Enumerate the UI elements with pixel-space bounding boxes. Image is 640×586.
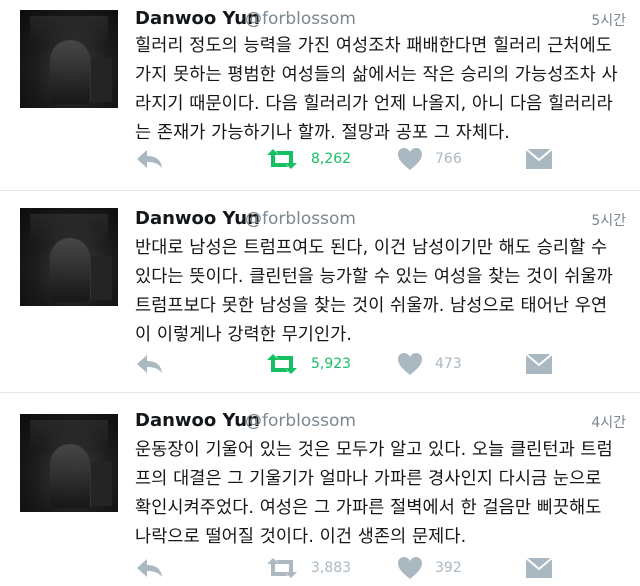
reply-button[interactable]: [135, 350, 163, 378]
tweet-text-line: 이 이렇게나 강력한 무기인가.: [135, 325, 353, 345]
author-handle[interactable]: @forblossom: [245, 411, 356, 431]
tweet-text: 힐러리 정도의 능력을 가진 여성조차 패배한다면 힐러리 근처에도 가지 못하…: [135, 32, 627, 148]
retweet-icon: [267, 354, 297, 374]
divider: [0, 190, 640, 191]
tweet-text-line: 트럼프보다 못한 남성을 찾는 것이 쉬울까. 남성으로 태어난 우연: [135, 296, 608, 316]
retweet-button[interactable]: 8,262: [265, 145, 351, 173]
retweet-count: 3,883: [311, 560, 352, 576]
reply-icon: [137, 355, 162, 373]
avatar[interactable]: [20, 10, 118, 108]
message-button[interactable]: [525, 350, 553, 378]
tweet-1[interactable]: Danwoo Yun @forblossom 5시간 힐러리 정도의 능력을 가…: [0, 0, 640, 190]
author-name[interactable]: Danwoo Yun: [135, 410, 260, 431]
tweet-text-line: 는 존재가 가능하기나 할까. 절망과 공포 그 자체다.: [135, 123, 510, 143]
like-count: 473: [435, 356, 462, 372]
tweet-actions: 5,923 473: [135, 350, 615, 378]
heart-icon: [398, 557, 422, 579]
message-button[interactable]: [525, 145, 553, 173]
message-button[interactable]: [525, 554, 553, 582]
tweet-text-line: 프의 대결은 그 기울기가 얼마나 가파른 경사인지 다시금 눈으로: [135, 469, 602, 489]
author-handle[interactable]: @forblossom: [245, 209, 356, 229]
message-icon: [525, 148, 553, 169]
message-icon: [525, 353, 553, 374]
message-icon: [525, 557, 553, 578]
reply-button[interactable]: [135, 145, 163, 173]
heart-icon: [398, 353, 422, 375]
tweet-text: 반대로 남성은 트럼프여도 된다, 이건 남성이기만 해도 승리할 수 있다는 …: [135, 234, 627, 350]
tweet-text-line: 확인시켜주었다. 여성은 그 가파른 절벽에서 한 걸음만 삐끗해도: [135, 498, 602, 518]
author-name[interactable]: Danwoo Yun: [135, 208, 260, 229]
like-button[interactable]: 392: [397, 554, 462, 582]
tweet-text: 운동장이 기울어 있는 것은 모두가 알고 있다. 오늘 클린턴과 트럼 프의 …: [135, 436, 627, 552]
tweet-time[interactable]: 5시간: [591, 210, 626, 230]
like-button[interactable]: 473: [397, 350, 462, 378]
retweet-icon: [267, 558, 297, 578]
tweet-text-line: 반대로 남성은 트럼프여도 된다, 이건 남성이기만 해도 승리할 수: [135, 238, 608, 258]
tweet-feed: Danwoo Yun @forblossom 5시간 힐러리 정도의 능력을 가…: [0, 0, 640, 586]
author-handle[interactable]: @forblossom: [245, 9, 356, 29]
tweet-text-line: 운동장이 기울어 있는 것은 모두가 알고 있다. 오늘 클린턴과 트럼: [135, 440, 613, 460]
avatar[interactable]: [20, 208, 118, 306]
retweet-button[interactable]: 3,883: [265, 554, 351, 582]
tweet-actions: 8,262 766: [135, 145, 615, 173]
tweet-text-line: 나락으로 떨어질 것이다. 이건 생존의 문제다.: [135, 527, 467, 547]
tweet-text-line: 가지 못하는 평범한 여성들의 삶에서는 작은 승리의 가능성조차 사: [135, 65, 618, 85]
heart-icon: [398, 148, 422, 170]
tweet-text-line: 힐러리 정도의 능력을 가진 여성조차 패배한다면 힐러리 근처에도: [135, 36, 613, 56]
tweet-actions: 3,883 392: [135, 554, 615, 582]
retweet-count: 8,262: [311, 151, 352, 167]
tweet-text-line: 라지기 때문이다. 다음 힐러리가 언제 나올지, 아니 다음 힐러리라: [135, 94, 613, 114]
like-count: 766: [435, 151, 462, 167]
retweet-count: 5,923: [311, 356, 352, 372]
tweet-2[interactable]: Danwoo Yun @forblossom 5시간 반대로 남성은 트럼프여도…: [0, 198, 640, 388]
tweet-3[interactable]: Danwoo Yun @forblossom 4시간 운동장이 기울어 있는 것…: [0, 392, 640, 586]
reply-button[interactable]: [135, 554, 163, 582]
tweet-text-line: 있다는 뜻이다. 클린턴을 능가할 수 있는 여성을 찾는 것이 쉬울까: [135, 267, 613, 287]
avatar[interactable]: [20, 414, 118, 512]
tweet-time[interactable]: 5시간: [591, 10, 626, 30]
author-name[interactable]: Danwoo Yun: [135, 8, 260, 29]
reply-icon: [137, 559, 162, 577]
reply-icon: [137, 150, 162, 168]
retweet-icon: [267, 149, 297, 169]
like-count: 392: [435, 560, 462, 576]
retweet-button[interactable]: 5,923: [265, 350, 351, 378]
tweet-time[interactable]: 4시간: [591, 412, 626, 432]
like-button[interactable]: 766: [397, 145, 462, 173]
